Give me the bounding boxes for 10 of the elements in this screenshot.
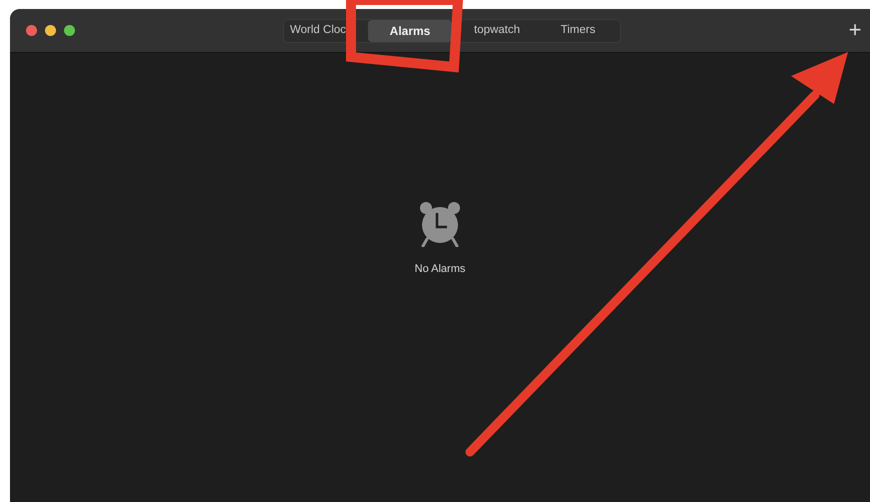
alarm-clock-icon — [418, 201, 462, 248]
tab[interactable]: Alarms — [368, 20, 452, 42]
minimize-button[interactable] — [45, 25, 56, 36]
add-button[interactable]: + — [844, 19, 866, 41]
close-button[interactable] — [26, 25, 37, 36]
tab[interactable]: World Cloc — [284, 20, 368, 42]
zoom-button[interactable] — [64, 25, 75, 36]
tab[interactable]: Timers — [536, 20, 620, 42]
empty-state-message: No Alarms — [414, 262, 466, 278]
tab[interactable]: topwatch — [452, 20, 536, 42]
